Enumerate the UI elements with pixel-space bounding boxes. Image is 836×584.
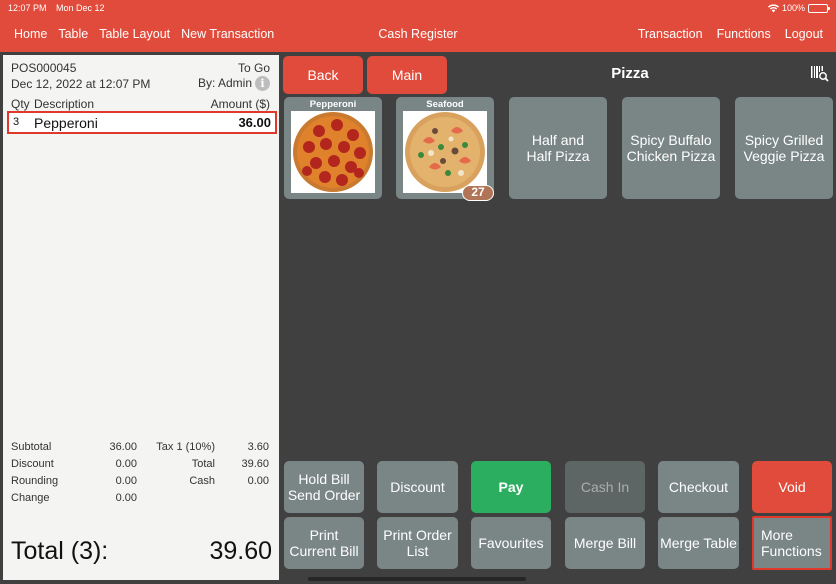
discount-label: Discount [11, 458, 54, 470]
receipt-panel: POS000045 To Go Dec 12, 2022 at 12:07 PM… [3, 55, 279, 580]
summary-row: Change 0.00 [11, 492, 269, 509]
status-date: Mon Dec 12 [56, 3, 105, 13]
nav-transaction[interactable]: Transaction [638, 27, 703, 41]
change-label: Change [11, 492, 50, 504]
checkout-button[interactable]: Checkout [658, 461, 739, 513]
battery-percent: 100% [781, 3, 805, 13]
cash-in-button[interactable]: Cash In [565, 461, 645, 513]
order-staff: By: Admin i [197, 76, 270, 92]
stock-count-badge: 27 [462, 185, 494, 201]
product-tile-spicy-veggie[interactable]: Spicy Grilled Veggie Pizza [735, 97, 833, 199]
back-button[interactable]: Back [283, 56, 363, 94]
button-label: More Functions [761, 527, 822, 559]
col-amount: Amount ($) [210, 97, 270, 111]
merge-bill-button[interactable]: Merge Bill [565, 517, 645, 569]
print-current-bill-button[interactable]: Print Current Bill [284, 517, 364, 569]
product-tile-pepperoni[interactable]: Pepperoni [284, 97, 382, 199]
discount-value: 0.00 [115, 458, 137, 470]
main-button[interactable]: Main [367, 56, 447, 94]
tax-label: Tax 1 (10%) [156, 441, 215, 453]
wifi-icon [767, 3, 779, 12]
col-qty: Qty [11, 97, 30, 111]
product-name: Spicy Grilled Veggie Pizza [743, 132, 825, 164]
subtotal-label: Subtotal [11, 441, 52, 453]
product-tile-seafood[interactable]: Seafood 27 [396, 97, 494, 201]
nav-table[interactable]: Table [58, 27, 88, 41]
receipt-column-headers: Qty Description Amount ($) [11, 97, 270, 111]
nav-logout[interactable]: Logout [785, 27, 823, 41]
order-datetime: Dec 12, 2022 at 12:07 PM [11, 77, 151, 91]
status-time: 12:07 PM [8, 3, 47, 13]
cash-value: 0.00 [247, 475, 269, 487]
home-indicator [308, 577, 526, 581]
hold-bill-send-order-button[interactable]: Hold Bill Send Order [284, 461, 364, 513]
category-title: Pizza [611, 65, 649, 82]
total-label: Total [191, 458, 215, 470]
pepperoni-pizza-image [291, 111, 375, 193]
barcode-search-icon[interactable] [811, 66, 829, 82]
product-name: Spicy Buffalo Chicken Pizza [626, 132, 716, 164]
subtotal-value: 36.00 [109, 441, 137, 453]
product-tile-spicy-buffalo[interactable]: Spicy Buffalo Chicken Pizza [622, 97, 720, 199]
void-button[interactable]: Void [752, 461, 832, 513]
grand-total-label: Total (3): [11, 537, 109, 565]
col-description: Description [34, 97, 95, 111]
more-functions-button[interactable]: More Functions [752, 516, 832, 570]
summary-row: Rounding 0.00 Cash 0.00 [11, 475, 269, 492]
status-bar: 12:07 PM Mon Dec 12 100% [8, 3, 830, 15]
cash-label: Cash [189, 475, 215, 487]
grand-total: Total (3): 39.60 [11, 535, 272, 567]
rounding-label: Rounding [11, 475, 59, 487]
order-number: POS000045 [11, 61, 77, 75]
line-item-qty: 3 [13, 116, 20, 128]
product-name: Pepperoni [309, 99, 357, 110]
info-icon[interactable]: i [255, 76, 270, 92]
nav-functions[interactable]: Functions [717, 27, 771, 41]
discount-button[interactable]: Discount [377, 461, 458, 513]
staff-label: By: Admin [197, 76, 252, 90]
top-bar: 12:07 PM Mon Dec 12 100% Home Table Tabl… [0, 0, 836, 52]
pay-button[interactable]: Pay [471, 461, 551, 513]
tax-value: 3.60 [247, 441, 269, 453]
status-right: 100% [767, 3, 830, 13]
order-type[interactable]: To Go [238, 61, 270, 75]
totals-summary: Subtotal 36.00 Tax 1 (10%) 3.60 Discount… [11, 441, 269, 509]
main-nav: Home Table Table Layout New Transaction … [0, 27, 836, 43]
button-label: Hold Bill Send Order [287, 471, 361, 503]
print-order-list-button[interactable]: Print Order List [377, 517, 458, 569]
nav-home[interactable]: Home [14, 27, 47, 41]
receipt-header-row: POS000045 To Go [11, 61, 270, 75]
button-label: Print Current Bill [289, 527, 359, 559]
receipt-meta-row: Dec 12, 2022 at 12:07 PM By: Admin i [11, 76, 270, 92]
product-name: Seafood [426, 99, 464, 110]
nav-table-layout[interactable]: Table Layout [99, 27, 170, 41]
grand-total-value: 39.60 [209, 537, 272, 565]
button-label: Print Order List [383, 527, 452, 559]
seafood-pizza-image [403, 111, 487, 193]
line-item[interactable]: 3 Pepperoni 36.00 [7, 111, 277, 134]
product-name: Half and Half Pizza [526, 132, 590, 164]
battery-icon [808, 3, 830, 13]
total-value: 39.60 [241, 458, 269, 470]
favourites-button[interactable]: Favourites [471, 517, 551, 569]
line-item-description: Pepperoni [34, 115, 98, 131]
rounding-value: 0.00 [115, 475, 137, 487]
change-value: 0.00 [115, 492, 137, 504]
line-item-amount: 36.00 [238, 115, 271, 130]
product-tile-half-and-half[interactable]: Half and Half Pizza [509, 97, 607, 199]
merge-table-button[interactable]: Merge Table [658, 517, 739, 569]
nav-new-transaction[interactable]: New Transaction [181, 27, 274, 41]
summary-row: Subtotal 36.00 Tax 1 (10%) 3.60 [11, 441, 269, 458]
summary-row: Discount 0.00 Total 39.60 [11, 458, 269, 475]
